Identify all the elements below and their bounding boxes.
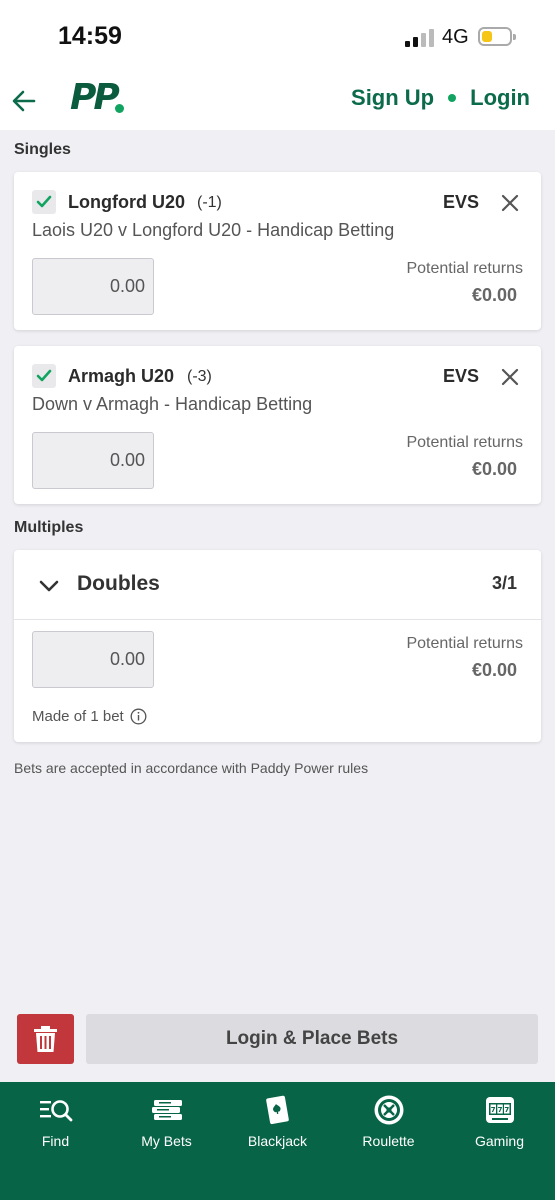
logo-dot xyxy=(115,104,124,113)
app-header: PP Sign Up Login xyxy=(0,75,555,130)
potential-returns-value: €0.00 xyxy=(471,660,517,680)
market-description: Laois U20 v Longford U20 - Handicap Bett… xyxy=(32,220,395,240)
odds-value: EVS xyxy=(442,192,479,212)
handicap-line: (-1) xyxy=(197,194,222,211)
status-bar: 14:59 4G xyxy=(0,0,555,75)
doubles-title[interactable]: Doubles xyxy=(77,572,160,596)
check-icon xyxy=(36,369,52,382)
back-arrow-icon[interactable] xyxy=(10,87,38,115)
signal-strength-icon xyxy=(405,27,435,47)
single-bet-card: Armagh U20 (-3) EVS Down v Armagh - Hand… xyxy=(14,346,541,504)
single-bet-card: Longford U20 (-1) EVS Laois U20 v Longfo… xyxy=(14,172,541,330)
stake-input[interactable] xyxy=(32,432,154,489)
stake-input[interactable] xyxy=(32,258,154,315)
bet-slips-icon xyxy=(151,1100,182,1120)
selection-name: Armagh U20 xyxy=(68,366,175,386)
playing-card-icon xyxy=(265,1095,289,1125)
chevron-down-icon[interactable] xyxy=(38,575,60,597)
search-list-icon xyxy=(39,1100,72,1122)
potential-returns-label: Potential returns xyxy=(406,635,523,652)
logo-text: PP xyxy=(70,77,120,118)
close-icon[interactable] xyxy=(501,368,519,386)
nav-label: Find xyxy=(41,1133,70,1149)
svg-text:7: 7 xyxy=(504,1106,509,1114)
battery-icon xyxy=(478,27,516,46)
singles-heading: Singles xyxy=(14,141,71,158)
paddy-power-logo[interactable]: PP xyxy=(70,77,130,123)
trash-icon xyxy=(34,1026,57,1052)
nav-item-find[interactable]: Find xyxy=(0,1082,111,1200)
nav-item-my-bets[interactable]: My Bets xyxy=(111,1082,222,1200)
slot-machine-icon: 7 7 7 xyxy=(485,1097,514,1123)
doubles-card: Doubles 3/1 Potential returns €0.00 Made… xyxy=(14,550,541,742)
roulette-wheel-icon xyxy=(374,1095,403,1125)
doubles-stake-input[interactable] xyxy=(32,631,154,688)
made-of-bets: Made of 1 bet xyxy=(32,708,147,725)
potential-returns-value: €0.00 xyxy=(471,459,517,479)
status-time: 14:59 xyxy=(58,22,122,50)
nav-label: My Bets xyxy=(141,1133,192,1149)
network-label: 4G xyxy=(442,26,469,48)
nav-item-roulette[interactable]: Roulette xyxy=(333,1082,444,1200)
bottom-nav: Find My Bets Blackjack Roulette 7 7 7 Ga… xyxy=(0,1082,555,1200)
nav-label: Roulette xyxy=(362,1133,415,1149)
login-place-bets-button[interactable]: Login & Place Bets xyxy=(86,1014,538,1064)
handicap-line: (-3) xyxy=(187,368,212,385)
rules-note: Bets are accepted in accordance with Pad… xyxy=(14,760,369,776)
multiples-heading: Multiples xyxy=(14,519,84,536)
market-description: Down v Armagh - Handicap Betting xyxy=(32,394,313,414)
sign-up-link[interactable]: Sign Up xyxy=(351,85,434,111)
potential-returns-label: Potential returns xyxy=(406,434,523,451)
check-icon xyxy=(36,195,52,208)
made-of-label: Made of 1 bet xyxy=(32,708,124,725)
auth-links: Sign Up Login xyxy=(351,85,530,111)
potential-returns-label: Potential returns xyxy=(406,260,523,277)
login-link[interactable]: Login xyxy=(470,85,530,111)
selection-checkbox[interactable] xyxy=(32,364,56,388)
divider xyxy=(14,619,541,620)
clear-betslip-button[interactable] xyxy=(17,1014,74,1064)
svg-text:7: 7 xyxy=(497,1106,502,1114)
svg-text:7: 7 xyxy=(490,1106,495,1114)
close-icon[interactable] xyxy=(501,194,519,212)
nav-item-blackjack[interactable]: Blackjack xyxy=(222,1082,333,1200)
nav-label: Gaming xyxy=(474,1133,525,1149)
odds-value: EVS xyxy=(442,366,479,386)
separator-dot xyxy=(448,94,457,102)
info-icon[interactable] xyxy=(130,708,147,725)
nav-item-gaming[interactable]: 7 7 7 Gaming xyxy=(444,1082,555,1200)
doubles-odds: 3/1 xyxy=(491,573,517,593)
selection-name: Longford U20 xyxy=(68,192,185,212)
nav-label: Blackjack xyxy=(247,1133,308,1149)
selection-checkbox[interactable] xyxy=(32,190,56,214)
potential-returns-value: €0.00 xyxy=(471,285,517,305)
